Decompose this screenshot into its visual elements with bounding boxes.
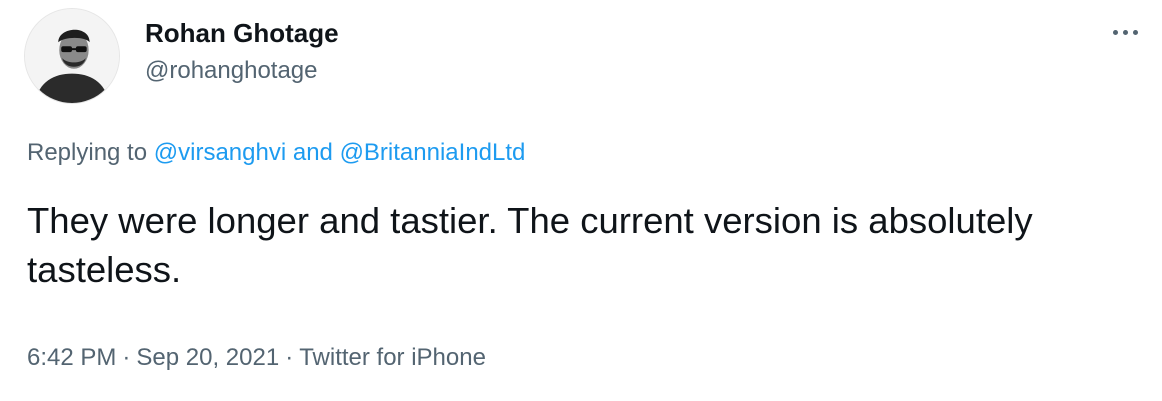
replying-to: Replying to @virsanghvi and @BritanniaIn…	[27, 137, 525, 169]
tweet-card: Rohan Ghotage @rohanghotage Replying to …	[0, 0, 1162, 401]
tweet-meta: 6:42 PM · Sep 20, 2021 · Twitter for iPhone	[27, 342, 486, 374]
mention-virsanghvi[interactable]: @virsanghvi	[154, 139, 286, 166]
mention-conjunction: and	[292, 139, 333, 166]
avatar-image	[25, 9, 119, 103]
avatar[interactable]	[24, 8, 120, 104]
replying-prefix: Replying to	[27, 139, 148, 166]
tweet-time[interactable]: 6:42 PM	[27, 344, 116, 371]
author-handle[interactable]: @rohanghotage	[145, 54, 339, 88]
tweet-text: They were longer and tastier. The curren…	[27, 200, 1033, 290]
more-dot	[1123, 29, 1128, 35]
author-display-name[interactable]: Rohan Ghotage	[145, 16, 339, 50]
author-names: Rohan Ghotage @rohanghotage	[145, 16, 339, 88]
tweet-header: Rohan Ghotage @rohanghotage	[24, 8, 1138, 108]
mention-britanniaindltd[interactable]: @BritanniaIndLtd	[340, 139, 526, 166]
tweet-source[interactable]: Twitter for iPhone	[299, 344, 486, 371]
more-dot	[1133, 29, 1138, 35]
meta-separator: ·	[122, 344, 131, 371]
more-horizontal-icon[interactable]	[1098, 20, 1138, 44]
more-dot	[1113, 29, 1118, 35]
meta-separator: ·	[285, 344, 294, 371]
tweet-date[interactable]: Sep 20, 2021	[136, 344, 279, 371]
